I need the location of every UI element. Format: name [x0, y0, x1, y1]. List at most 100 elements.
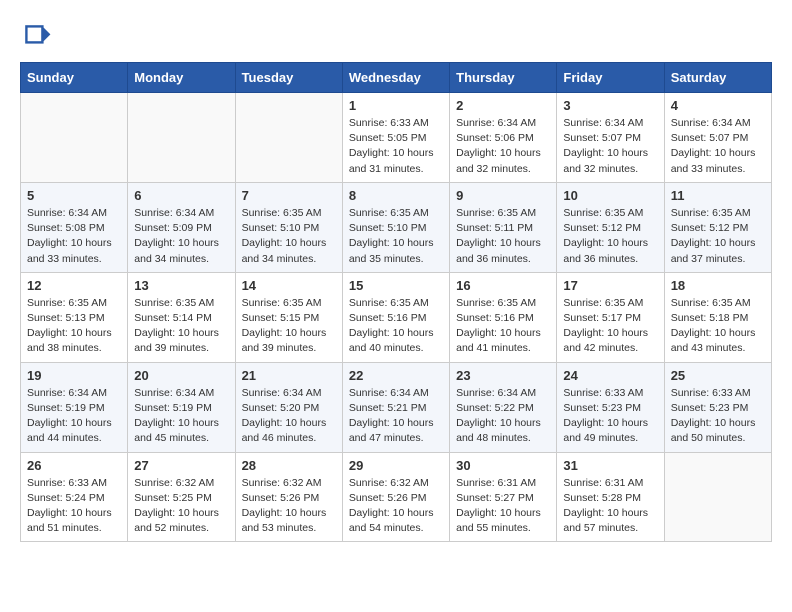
calendar-cell: 13 Sunrise: 6:35 AMSunset: 5:14 PMDayligh… — [128, 272, 235, 362]
day-number: 27 — [134, 458, 228, 473]
calendar-cell: 15 Sunrise: 6:35 AMSunset: 5:16 PMDayligh… — [342, 272, 449, 362]
day-info: Sunrise: 6:35 AMSunset: 5:16 PMDaylight:… — [456, 296, 550, 357]
calendar-cell: 18 Sunrise: 6:35 AMSunset: 5:18 PMDayligh… — [664, 272, 771, 362]
day-info: Sunrise: 6:33 AMSunset: 5:24 PMDaylight:… — [27, 476, 121, 537]
calendar-cell: 3 Sunrise: 6:34 AMSunset: 5:07 PMDaylight… — [557, 93, 664, 183]
day-info: Sunrise: 6:35 AMSunset: 5:13 PMDaylight:… — [27, 296, 121, 357]
day-number: 7 — [242, 188, 336, 203]
calendar-cell: 24Sunrise: 6:33 AMSunset: 5:23 PMDayligh… — [557, 362, 664, 452]
weekday-header: Tuesday — [235, 63, 342, 93]
day-number: 11 — [671, 188, 765, 203]
day-number: 4 — [671, 98, 765, 113]
calendar-cell: 25 Sunrise: 6:33 AMSunset: 5:23 PMDayligh… — [664, 362, 771, 452]
day-number: 18 — [671, 278, 765, 293]
day-info: Sunrise: 6:33 AMSunset: 5:05 PMDaylight:… — [349, 116, 443, 177]
calendar-cell: 6 Sunrise: 6:34 AMSunset: 5:09 PMDaylight… — [128, 182, 235, 272]
day-info: Sunrise: 6:34 AMSunset: 5:07 PMDaylight:… — [671, 116, 765, 177]
logo — [20, 20, 56, 52]
day-number: 21 — [242, 368, 336, 383]
calendar-cell: 8 Sunrise: 6:35 AMSunset: 5:10 PMDaylight… — [342, 182, 449, 272]
day-number: 8 — [349, 188, 443, 203]
day-info: Sunrise: 6:34 AMSunset: 5:20 PMDaylight:… — [242, 386, 336, 447]
day-number: 16 — [456, 278, 550, 293]
day-number: 31 — [563, 458, 657, 473]
weekday-header: Monday — [128, 63, 235, 93]
day-info: Sunrise: 6:35 AMSunset: 5:11 PMDaylight:… — [456, 206, 550, 267]
day-info: Sunrise: 6:32 AMSunset: 5:25 PMDaylight:… — [134, 476, 228, 537]
day-number: 30 — [456, 458, 550, 473]
calendar-cell: 19 Sunrise: 6:34 AMSunset: 5:19 PMDayligh… — [21, 362, 128, 452]
day-number: 9 — [456, 188, 550, 203]
page-header — [20, 20, 772, 52]
day-number: 25 — [671, 368, 765, 383]
calendar-cell: 14 Sunrise: 6:35 AMSunset: 5:15 PMDayligh… — [235, 272, 342, 362]
calendar-cell: 21 Sunrise: 6:34 AMSunset: 5:20 PMDayligh… — [235, 362, 342, 452]
day-number: 3 — [563, 98, 657, 113]
weekday-header: Friday — [557, 63, 664, 93]
day-info: Sunrise: 6:34 AMSunset: 5:08 PMDaylight:… — [27, 206, 121, 267]
day-info: Sunrise: 6:35 AMSunset: 5:16 PMDaylight:… — [349, 296, 443, 357]
day-number: 19 — [27, 368, 121, 383]
calendar-cell — [235, 93, 342, 183]
day-number: 17 — [563, 278, 657, 293]
calendar-cell: 27 Sunrise: 6:32 AMSunset: 5:25 PMDayligh… — [128, 452, 235, 542]
calendar-cell — [21, 93, 128, 183]
day-info: Sunrise: 6:34 AMSunset: 5:07 PMDaylight:… — [563, 116, 657, 177]
day-info: Sunrise: 6:34 AMSunset: 5:06 PMDaylight:… — [456, 116, 550, 177]
calendar-cell: 2 Sunrise: 6:34 AMSunset: 5:06 PMDaylight… — [450, 93, 557, 183]
day-info: Sunrise: 6:34 AMSunset: 5:19 PMDaylight:… — [134, 386, 228, 447]
calendar-cell — [664, 452, 771, 542]
calendar-cell: 10 Sunrise: 6:35 AMSunset: 5:12 PMDayligh… — [557, 182, 664, 272]
calendar-cell: 12Sunrise: 6:35 AMSunset: 5:13 PMDayligh… — [21, 272, 128, 362]
day-number: 23 — [456, 368, 550, 383]
day-info: Sunrise: 6:31 AMSunset: 5:28 PMDaylight:… — [563, 476, 657, 537]
day-number: 6 — [134, 188, 228, 203]
day-info: Sunrise: 6:32 AMSunset: 5:26 PMDaylight:… — [349, 476, 443, 537]
day-number: 15 — [349, 278, 443, 293]
calendar-cell: 31 Sunrise: 6:31 AMSunset: 5:28 PMDayligh… — [557, 452, 664, 542]
day-info: Sunrise: 6:35 AMSunset: 5:12 PMDaylight:… — [563, 206, 657, 267]
weekday-header: Thursday — [450, 63, 557, 93]
calendar-cell: 29 Sunrise: 6:32 AMSunset: 5:26 PMDayligh… — [342, 452, 449, 542]
day-info: Sunrise: 6:34 AMSunset: 5:09 PMDaylight:… — [134, 206, 228, 267]
logo-icon — [20, 20, 52, 52]
day-number: 10 — [563, 188, 657, 203]
calendar-cell: 7 Sunrise: 6:35 AMSunset: 5:10 PMDaylight… — [235, 182, 342, 272]
day-number: 5 — [27, 188, 121, 203]
day-number: 2 — [456, 98, 550, 113]
day-number: 28 — [242, 458, 336, 473]
calendar-cell — [128, 93, 235, 183]
weekday-header: Sunday — [21, 63, 128, 93]
day-info: Sunrise: 6:32 AMSunset: 5:26 PMDaylight:… — [242, 476, 336, 537]
day-info: Sunrise: 6:33 AMSunset: 5:23 PMDaylight:… — [671, 386, 765, 447]
calendar-cell: 9 Sunrise: 6:35 AMSunset: 5:11 PMDaylight… — [450, 182, 557, 272]
calendar-cell: 30 Sunrise: 6:31 AMSunset: 5:27 PMDayligh… — [450, 452, 557, 542]
day-info: Sunrise: 6:34 AMSunset: 5:19 PMDaylight:… — [27, 386, 121, 447]
weekday-header: Wednesday — [342, 63, 449, 93]
calendar-cell: 16 Sunrise: 6:35 AMSunset: 5:16 PMDayligh… — [450, 272, 557, 362]
day-info: Sunrise: 6:35 AMSunset: 5:17 PMDaylight:… — [563, 296, 657, 357]
day-info: Sunrise: 6:35 AMSunset: 5:10 PMDaylight:… — [242, 206, 336, 267]
day-number: 29 — [349, 458, 443, 473]
day-number: 14 — [242, 278, 336, 293]
day-info: Sunrise: 6:35 AMSunset: 5:10 PMDaylight:… — [349, 206, 443, 267]
day-info: Sunrise: 6:35 AMSunset: 5:14 PMDaylight:… — [134, 296, 228, 357]
day-info: Sunrise: 6:33 AMSunset: 5:23 PMDaylight:… — [563, 386, 657, 447]
day-number: 1 — [349, 98, 443, 113]
day-info: Sunrise: 6:31 AMSunset: 5:27 PMDaylight:… — [456, 476, 550, 537]
day-info: Sunrise: 6:34 AMSunset: 5:22 PMDaylight:… — [456, 386, 550, 447]
day-number: 13 — [134, 278, 228, 293]
calendar-cell: 17 Sunrise: 6:35 AMSunset: 5:17 PMDayligh… — [557, 272, 664, 362]
day-info: Sunrise: 6:35 AMSunset: 5:12 PMDaylight:… — [671, 206, 765, 267]
day-number: 20 — [134, 368, 228, 383]
calendar-cell: 1 Sunrise: 6:33 AMSunset: 5:05 PMDaylight… — [342, 93, 449, 183]
day-number: 26 — [27, 458, 121, 473]
day-info: Sunrise: 6:35 AMSunset: 5:18 PMDaylight:… — [671, 296, 765, 357]
calendar-table: SundayMondayTuesdayWednesdayThursdayFrid… — [20, 62, 772, 542]
calendar-cell: 5 Sunrise: 6:34 AMSunset: 5:08 PMDaylight… — [21, 182, 128, 272]
day-info: Sunrise: 6:34 AMSunset: 5:21 PMDaylight:… — [349, 386, 443, 447]
day-info: Sunrise: 6:35 AMSunset: 5:15 PMDaylight:… — [242, 296, 336, 357]
calendar-cell: 23 Sunrise: 6:34 AMSunset: 5:22 PMDayligh… — [450, 362, 557, 452]
calendar-cell: 11 Sunrise: 6:35 AMSunset: 5:12 PMDayligh… — [664, 182, 771, 272]
calendar-cell: 28 Sunrise: 6:32 AMSunset: 5:26 PMDayligh… — [235, 452, 342, 542]
